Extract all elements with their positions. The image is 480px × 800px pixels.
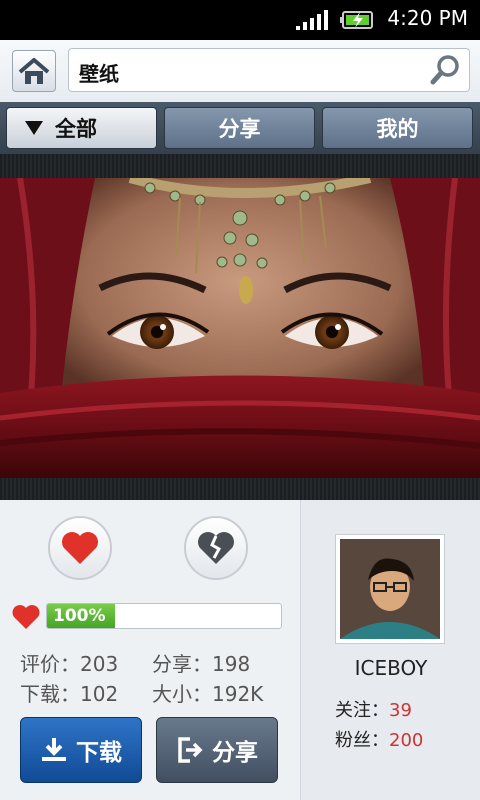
- tab-all[interactable]: 全部: [6, 107, 157, 149]
- download-label: 下载: [76, 740, 122, 766]
- broken-heart-icon: [198, 532, 234, 564]
- download-icon: [42, 738, 66, 761]
- tab-label: 我的: [376, 117, 419, 141]
- user-panel: ICEBOY 关注：39 粉丝：200: [300, 500, 480, 800]
- tab-mine[interactable]: 我的: [322, 107, 473, 149]
- tab-share[interactable]: 分享: [164, 107, 315, 149]
- wallpaper-preview[interactable]: [0, 178, 480, 478]
- share-label: 分享: [212, 740, 258, 766]
- battery-icon: [340, 11, 373, 29]
- tab-label: 分享: [218, 117, 261, 141]
- preview-frame-bottom: [0, 478, 480, 500]
- fans-row: 粉丝：200: [335, 726, 423, 752]
- preview-frame-top: [0, 154, 480, 178]
- share-button[interactable]: 分享: [156, 717, 278, 783]
- avatar-image: [340, 539, 440, 639]
- home-icon: [18, 58, 50, 84]
- fans-label: 粉丝：: [335, 730, 389, 751]
- fans-count: 200: [389, 730, 424, 751]
- download-button[interactable]: 下载: [20, 717, 142, 783]
- rating-progress-bar: 100%: [46, 603, 282, 629]
- username: ICEBOY: [354, 656, 428, 680]
- like-heart-icon: [62, 532, 98, 564]
- file-size: 大小：192K: [152, 682, 264, 706]
- rating-count: 评价：203: [20, 652, 119, 676]
- search-input[interactable]: 壁纸: [68, 48, 470, 92]
- following-count: 39: [389, 700, 412, 721]
- avatar[interactable]: [335, 534, 445, 644]
- progress-text: 100%: [53, 606, 106, 626]
- following-label: 关注：: [335, 700, 389, 721]
- home-button[interactable]: [12, 50, 56, 92]
- status-bar: 4:20 PM: [0, 0, 480, 40]
- stats-panel: 100% 评价：203 分享：198 下载：102 大小：192K 下载 分享: [0, 500, 300, 800]
- search-query: 壁纸: [79, 62, 119, 86]
- tab-label: 全部: [55, 117, 97, 141]
- small-heart-icon: [12, 605, 40, 629]
- search-bar: 壁纸: [0, 40, 480, 103]
- share-exit-icon: [178, 737, 203, 763]
- status-time: 4:20 PM: [387, 6, 468, 30]
- category-tabs: 全部 分享 我的: [0, 102, 480, 154]
- download-count: 下载：102: [20, 682, 119, 706]
- share-count: 分享：198: [152, 652, 251, 676]
- dislike-button[interactable]: [184, 516, 248, 580]
- signal-icon: [296, 10, 328, 30]
- search-icon[interactable]: [429, 53, 463, 87]
- like-button[interactable]: [48, 516, 112, 580]
- dropdown-triangle-icon: [25, 121, 43, 135]
- following-row: 关注：39: [335, 696, 412, 722]
- wallpaper-image: [0, 178, 480, 478]
